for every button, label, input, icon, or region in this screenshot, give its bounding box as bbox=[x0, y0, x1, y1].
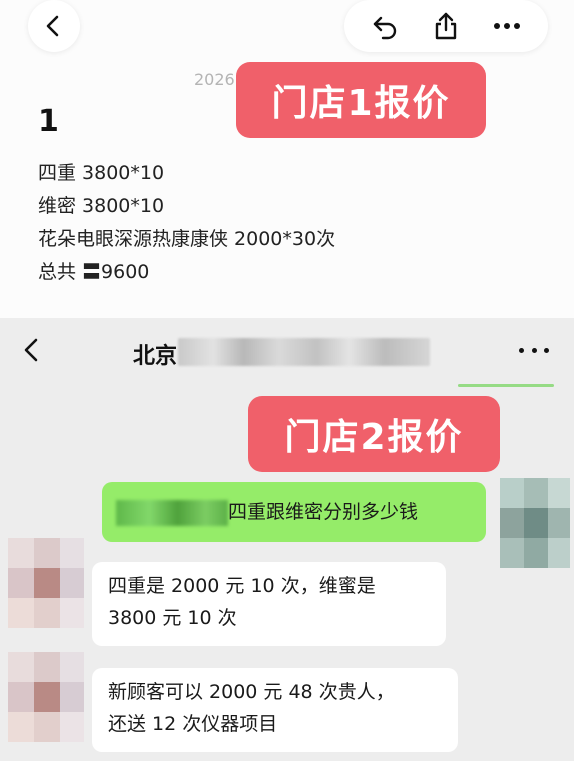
bubble-edge bbox=[458, 384, 554, 387]
chat-panel: 北京 门店2报价 四重跟维密分别多少钱 四重是 2000 元 10 次，维蜜是 … bbox=[0, 318, 574, 761]
share-icon bbox=[435, 12, 457, 40]
note-title: 1 bbox=[38, 104, 59, 139]
chat-more-icon bbox=[519, 347, 524, 353]
received-message-bubble[interactable]: 新顾客可以 2000 元 48 次贵人， 还送 12 次仪器项目 bbox=[92, 668, 458, 752]
chat-back-icon bbox=[24, 338, 38, 362]
chat-title: 北京 bbox=[133, 344, 178, 369]
back-icon bbox=[46, 15, 59, 37]
redacted-text bbox=[116, 500, 228, 526]
note-line: 维密 3800*10 bbox=[38, 195, 165, 217]
note-line: 四重 3800*10 bbox=[38, 162, 165, 184]
more-button[interactable] bbox=[485, 4, 529, 48]
message-line: 新顾客可以 2000 元 48 次贵人， bbox=[108, 681, 395, 703]
redacted-name bbox=[178, 338, 430, 366]
more-icon bbox=[494, 23, 521, 29]
note-toolbar bbox=[344, 0, 548, 52]
chat-header: 北京 bbox=[0, 318, 574, 382]
chat-more-button[interactable] bbox=[519, 338, 549, 362]
back-button[interactable] bbox=[28, 0, 80, 52]
message-line: 还送 12 次仪器项目 bbox=[108, 713, 278, 735]
note-date: 2026 bbox=[194, 70, 235, 89]
self-avatar[interactable] bbox=[500, 478, 570, 568]
received-message-bubble[interactable]: 四重是 2000 元 10 次，维蜜是 3800 元 10 次 bbox=[92, 562, 446, 646]
sent-message-bubble[interactable]: 四重跟维密分别多少钱 bbox=[102, 482, 486, 542]
contact-avatar[interactable] bbox=[8, 538, 84, 628]
message-line: 3800 元 10 次 bbox=[108, 607, 237, 629]
contact-avatar[interactable] bbox=[8, 652, 84, 742]
sent-message-text: 四重跟维密分别多少钱 bbox=[228, 501, 419, 523]
note-panel: 2026 1 四重 3800*10 维密 3800*10 花朵电眼深源热康康侠 … bbox=[0, 0, 574, 318]
message-line: 四重是 2000 元 10 次，维蜜是 bbox=[108, 575, 376, 597]
chat-back-button[interactable] bbox=[18, 336, 46, 364]
share-button[interactable] bbox=[424, 4, 468, 48]
note-line: 花朵电眼深源热康康侠 2000*30次 bbox=[38, 228, 336, 250]
store1-quote-label: 门店1报价 bbox=[236, 62, 486, 138]
store2-quote-label: 门店2报价 bbox=[248, 396, 500, 472]
reply-button[interactable] bbox=[363, 4, 407, 48]
note-line: 总共 〓9600 bbox=[38, 261, 150, 283]
reply-icon bbox=[373, 16, 396, 40]
